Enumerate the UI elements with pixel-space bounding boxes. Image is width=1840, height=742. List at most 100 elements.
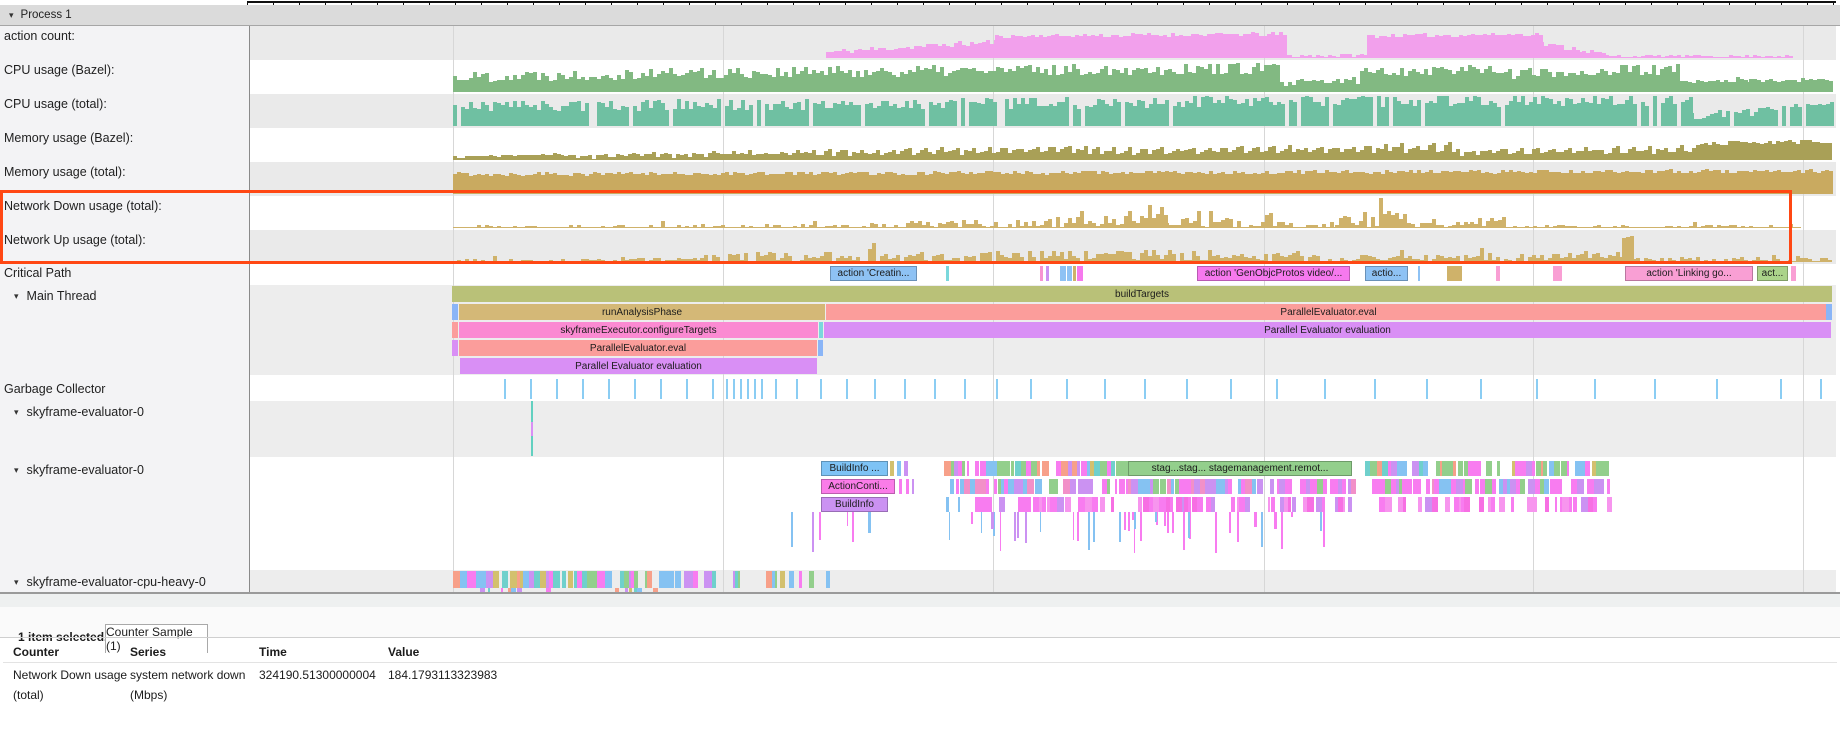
sidebar-divider[interactable] bbox=[249, 0, 250, 592]
gc-event-tick[interactable] bbox=[820, 379, 822, 399]
flame-sliver[interactable] bbox=[1485, 479, 1492, 494]
flame-sliver[interactable] bbox=[1464, 497, 1470, 512]
flame-sliver[interactable] bbox=[1577, 479, 1583, 494]
slice-sliver[interactable] bbox=[1826, 304, 1832, 320]
gc-event-tick[interactable] bbox=[634, 379, 636, 399]
flame-sliver[interactable] bbox=[1271, 497, 1275, 512]
gc-event-tick[interactable] bbox=[747, 379, 749, 399]
collapse-icon[interactable]: ▾ bbox=[14, 291, 19, 302]
flame-sliver[interactable] bbox=[1191, 479, 1194, 494]
flame-sliver[interactable] bbox=[1077, 461, 1081, 476]
gc-event-tick[interactable] bbox=[556, 379, 558, 399]
gc-event-tick[interactable] bbox=[712, 379, 714, 399]
gc-event-tick[interactable] bbox=[1144, 379, 1146, 399]
flame-sliver[interactable] bbox=[826, 571, 830, 588]
flame-sliver[interactable] bbox=[789, 571, 794, 588]
gc-event-tick[interactable] bbox=[530, 379, 532, 399]
flame-sliver[interactable] bbox=[1090, 479, 1093, 494]
collapse-icon[interactable]: ▾ bbox=[14, 465, 19, 476]
flame-sliver[interactable] bbox=[1322, 497, 1325, 512]
slice-sliver[interactable] bbox=[452, 322, 458, 338]
gc-event-tick[interactable] bbox=[1066, 379, 1068, 399]
flame-sliver[interactable] bbox=[994, 479, 997, 494]
flame-sliver[interactable] bbox=[1170, 497, 1173, 512]
flame-sliver[interactable] bbox=[990, 461, 997, 476]
cell-counter-line1[interactable]: Network Down usage bbox=[13, 668, 127, 682]
flame-sliver[interactable] bbox=[502, 571, 508, 588]
sidebar-track-label[interactable]: ▾Main Thread bbox=[14, 288, 96, 304]
flame-sliver[interactable] bbox=[1211, 497, 1216, 512]
flame-sliver[interactable] bbox=[553, 571, 560, 588]
gc-event-tick[interactable] bbox=[1374, 379, 1376, 399]
sidebar-track-label[interactable]: CPU usage (total): bbox=[4, 96, 107, 112]
flame-sliver[interactable] bbox=[1569, 497, 1572, 512]
collapse-icon[interactable]: ▾ bbox=[14, 577, 19, 588]
flame-sliver[interactable] bbox=[1131, 479, 1138, 494]
flame-sliver[interactable] bbox=[1385, 497, 1392, 512]
flame-sliver[interactable] bbox=[671, 571, 674, 588]
flame-sliver[interactable] bbox=[1100, 497, 1105, 512]
slice-span[interactable]: actio... bbox=[1365, 266, 1408, 281]
flame-sliver[interactable] bbox=[1581, 461, 1585, 476]
flame-sliver[interactable] bbox=[1511, 497, 1514, 512]
gc-event-tick[interactable] bbox=[1230, 379, 1232, 399]
slice-sliver[interactable] bbox=[818, 340, 823, 356]
gc-event-tick[interactable] bbox=[1716, 379, 1718, 399]
gc-event-tick[interactable] bbox=[686, 379, 688, 399]
slice-sliver[interactable] bbox=[1077, 266, 1083, 281]
gc-event-tick[interactable] bbox=[761, 379, 763, 399]
flame-sliver[interactable] bbox=[809, 571, 815, 588]
slice-sliver[interactable] bbox=[946, 266, 949, 281]
flame-sliver[interactable] bbox=[775, 571, 777, 588]
flame-sliver[interactable] bbox=[1078, 497, 1085, 512]
flame-sliver[interactable] bbox=[1554, 461, 1560, 476]
flame-sliver[interactable] bbox=[1245, 479, 1252, 494]
flame-sliver[interactable] bbox=[1228, 479, 1231, 494]
gc-event-tick[interactable] bbox=[796, 379, 798, 399]
cell-time[interactable]: 324190.51300000004 bbox=[259, 668, 376, 682]
gc-event-tick[interactable] bbox=[1820, 379, 1822, 399]
gc-event-tick[interactable] bbox=[1780, 379, 1782, 399]
flame-sliver[interactable] bbox=[1035, 479, 1042, 494]
flame-sliver[interactable] bbox=[1567, 461, 1569, 476]
flame-sliver[interactable] bbox=[1458, 461, 1463, 476]
flame-sliver[interactable] bbox=[999, 497, 1006, 512]
slice-span[interactable]: ParallelEvaluator.eval bbox=[459, 340, 817, 356]
flame-sliver[interactable] bbox=[1545, 497, 1550, 512]
flame-sliver[interactable] bbox=[1596, 461, 1603, 476]
flame-sliver[interactable] bbox=[1323, 479, 1327, 494]
flame-sliver[interactable] bbox=[780, 571, 785, 588]
flame-sliver[interactable] bbox=[956, 479, 959, 494]
gc-event-tick[interactable] bbox=[1594, 379, 1596, 399]
flame-sliver[interactable] bbox=[1257, 479, 1263, 494]
flame-sliver[interactable] bbox=[1085, 497, 1092, 512]
flame-sliver[interactable] bbox=[1107, 479, 1110, 494]
cell-series-line1[interactable]: system network down bbox=[130, 668, 245, 682]
flame-sliver[interactable] bbox=[1307, 497, 1314, 512]
flame-sliver[interactable] bbox=[1593, 497, 1597, 512]
flame-sliver[interactable] bbox=[1499, 497, 1505, 512]
flame-sliver[interactable] bbox=[1491, 497, 1495, 512]
gc-event-tick[interactable] bbox=[775, 379, 777, 399]
slice-span[interactable]: buildTargets bbox=[452, 286, 1832, 302]
flame-sliver[interactable] bbox=[647, 571, 652, 588]
flame-sliver[interactable] bbox=[1476, 461, 1481, 476]
flame-sliver[interactable] bbox=[1475, 479, 1479, 494]
flame-sliver[interactable] bbox=[1014, 479, 1019, 494]
gc-event-tick[interactable] bbox=[660, 379, 662, 399]
flame-sliver[interactable] bbox=[1055, 479, 1058, 494]
gc-event-tick[interactable] bbox=[740, 379, 742, 399]
flame-sliver[interactable] bbox=[1416, 479, 1421, 494]
flame-sliver[interactable] bbox=[1585, 461, 1589, 476]
gc-event-tick[interactable] bbox=[1536, 379, 1538, 399]
flame-sliver[interactable] bbox=[1439, 479, 1446, 494]
flame-sliver[interactable] bbox=[1252, 479, 1256, 494]
slice-sliver[interactable] bbox=[1040, 266, 1043, 281]
gc-event-tick[interactable] bbox=[608, 379, 610, 399]
sidebar-track-label[interactable]: Critical Path bbox=[4, 265, 71, 281]
flame-sliver[interactable] bbox=[950, 479, 954, 494]
gc-event-tick[interactable] bbox=[1276, 379, 1278, 399]
slice-sliver[interactable] bbox=[1060, 266, 1066, 281]
flame-sliver[interactable] bbox=[1289, 479, 1291, 494]
flame-sliver[interactable] bbox=[1418, 497, 1422, 512]
